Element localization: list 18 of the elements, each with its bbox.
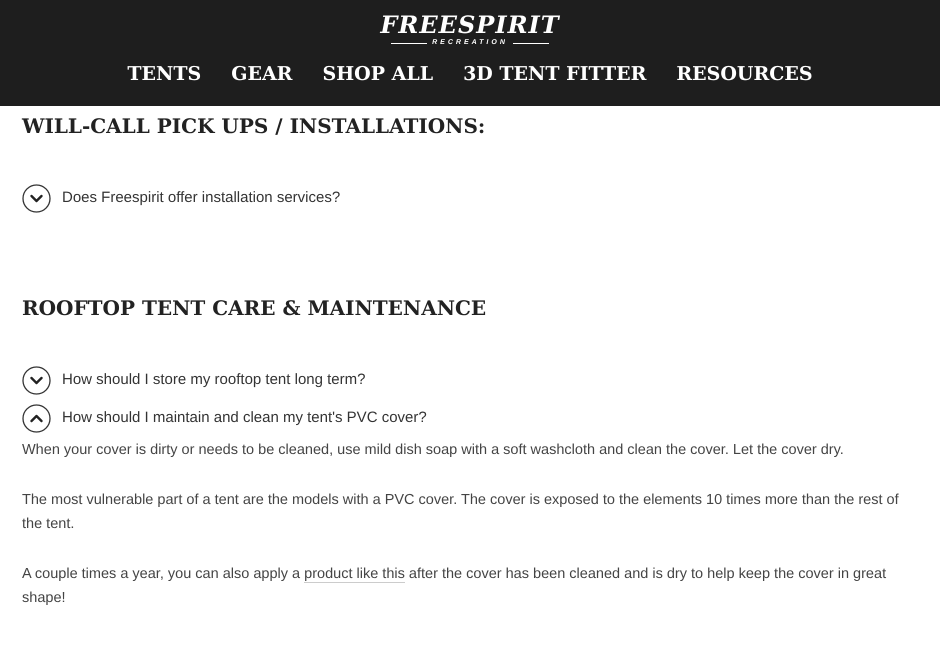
answer-paragraph: The most vulnerable part of a tent are the models with a PVC cover. The cover is exposed to the elements 10 times more than the rest of the tent. bbox=[22, 491, 900, 534]
faq-question[interactable]: How should I store my rooftop tent long term? bbox=[62, 369, 366, 392]
logo-name[interactable]: FREESPIRIT bbox=[380, 12, 560, 38]
nav-link[interactable]: 3D TENT FITTER bbox=[463, 62, 646, 86]
chevron-up-icon[interactable] bbox=[22, 404, 51, 433]
nav-link[interactable]: RESOURCES bbox=[676, 62, 813, 86]
nav-link[interactable]: TENTS bbox=[127, 62, 202, 86]
nav-link[interactable]: GEAR bbox=[231, 62, 292, 86]
section-heading: WILL-CALL PICK UPS / INSTALLATIONS: bbox=[22, 113, 486, 140]
answer-paragraph: A couple times a year, you can also apply a product like this after the cover has been cleaned and is dry to help keep the cover in great shape! bbox=[22, 565, 888, 608]
faq-question[interactable]: Does Freespirit offer installation services? bbox=[62, 187, 340, 210]
faq-question[interactable]: How should I maintain and clean my tent's PVC cover? bbox=[62, 407, 427, 430]
product-link[interactable]: product like this bbox=[304, 566, 405, 583]
section-heading: ROOFTOP TENT CARE & MAINTENANCE bbox=[22, 295, 488, 322]
chevron-down-icon[interactable] bbox=[22, 184, 51, 213]
answer-paragraph: When your cover is dirty or needs to be cleaned, use mild dish soap with a soft washcloth and clean the cover. Let the cover dry. bbox=[22, 441, 845, 460]
nav-link[interactable]: SHOP ALL bbox=[322, 62, 434, 86]
chevron-down-icon[interactable] bbox=[22, 366, 51, 395]
